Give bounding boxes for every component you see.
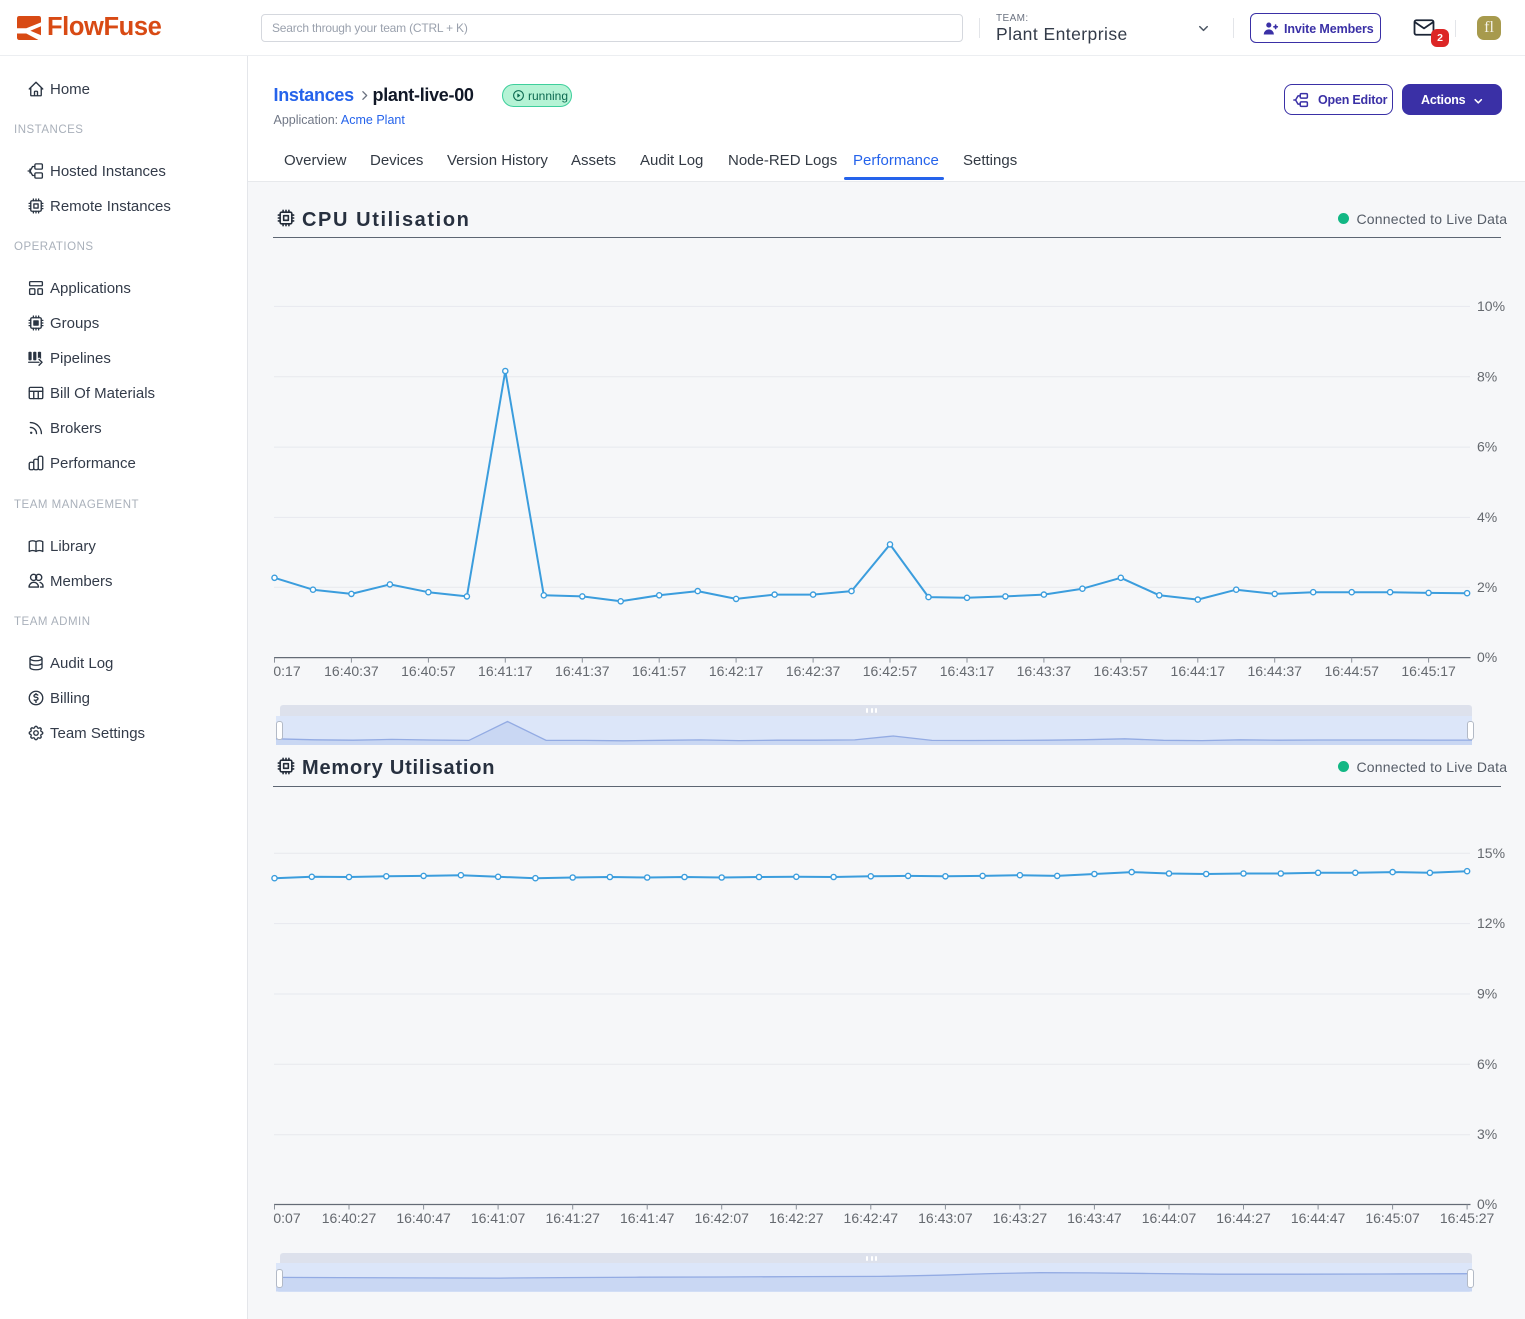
svg-text:16:41:07: 16:41:07 (471, 1210, 526, 1226)
svg-text:0%: 0% (1477, 649, 1497, 665)
svg-text:16:40:27: 16:40:27 (322, 1210, 377, 1226)
svg-text:4%: 4% (1477, 509, 1497, 525)
svg-text:6%: 6% (1477, 439, 1497, 455)
svg-text:0:07: 0:07 (273, 1210, 300, 1226)
svg-text:16:44:27: 16:44:27 (1216, 1210, 1271, 1226)
svg-text:16:44:07: 16:44:07 (1142, 1210, 1197, 1226)
svg-text:16:42:27: 16:42:27 (769, 1210, 824, 1226)
svg-text:16:43:27: 16:43:27 (993, 1210, 1048, 1226)
svg-text:16:43:17: 16:43:17 (940, 663, 995, 679)
svg-text:16:42:47: 16:42:47 (844, 1210, 899, 1226)
svg-text:16:41:47: 16:41:47 (620, 1210, 675, 1226)
svg-text:8%: 8% (1477, 368, 1497, 384)
svg-text:16:40:37: 16:40:37 (324, 663, 379, 679)
svg-text:16:40:57: 16:40:57 (401, 663, 456, 679)
svg-text:2%: 2% (1477, 579, 1497, 595)
svg-text:16:43:37: 16:43:37 (1017, 663, 1072, 679)
svg-text:16:42:17: 16:42:17 (709, 663, 764, 679)
svg-text:16:42:37: 16:42:37 (786, 663, 841, 679)
svg-text:9%: 9% (1477, 986, 1497, 1002)
svg-text:16:42:57: 16:42:57 (863, 663, 918, 679)
svg-text:0:17: 0:17 (273, 663, 300, 679)
svg-text:16:41:57: 16:41:57 (632, 663, 687, 679)
svg-text:6%: 6% (1477, 1056, 1497, 1072)
svg-text:16:43:47: 16:43:47 (1067, 1210, 1122, 1226)
svg-text:16:44:37: 16:44:37 (1247, 663, 1302, 679)
svg-text:16:45:07: 16:45:07 (1365, 1210, 1420, 1226)
svg-text:16:43:57: 16:43:57 (1094, 663, 1149, 679)
svg-text:16:41:27: 16:41:27 (545, 1210, 600, 1226)
svg-text:3%: 3% (1477, 1126, 1497, 1142)
svg-text:15%: 15% (1477, 845, 1505, 861)
svg-text:16:44:57: 16:44:57 (1324, 663, 1379, 679)
svg-text:16:45:27: 16:45:27 (1440, 1210, 1495, 1226)
svg-text:16:42:07: 16:42:07 (694, 1210, 749, 1226)
svg-text:16:44:17: 16:44:17 (1171, 663, 1226, 679)
svg-text:16:43:07: 16:43:07 (918, 1210, 973, 1226)
svg-text:16:40:47: 16:40:47 (396, 1210, 451, 1226)
svg-text:0%: 0% (1477, 1196, 1497, 1212)
svg-text:12%: 12% (1477, 915, 1505, 931)
svg-text:16:41:37: 16:41:37 (555, 663, 610, 679)
svg-text:16:44:47: 16:44:47 (1291, 1210, 1346, 1226)
svg-text:16:45:17: 16:45:17 (1401, 663, 1456, 679)
svg-text:16:41:17: 16:41:17 (478, 663, 533, 679)
svg-text:10%: 10% (1477, 298, 1505, 314)
